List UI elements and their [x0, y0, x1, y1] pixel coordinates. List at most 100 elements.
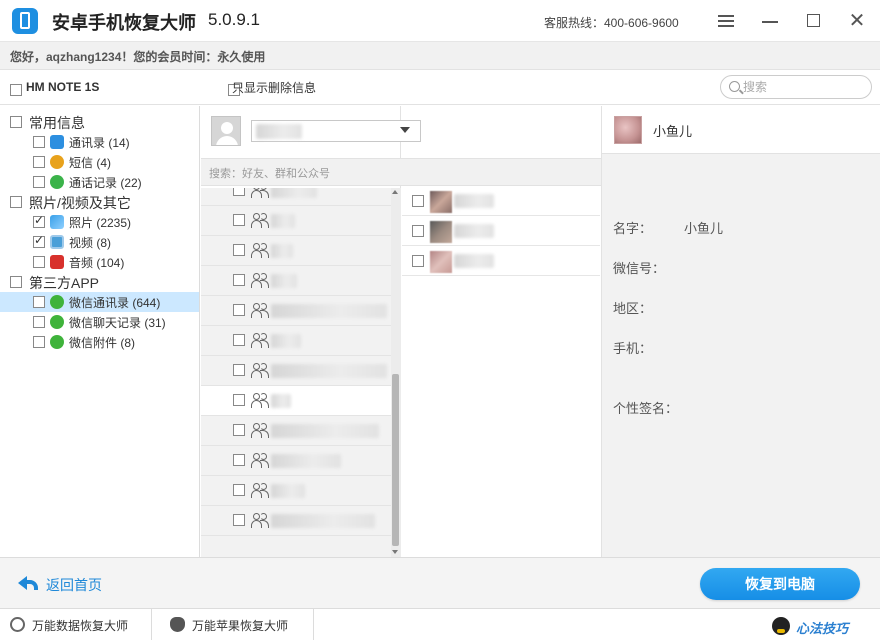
contact-checkbox[interactable]: [233, 304, 245, 316]
contact-checkbox[interactable]: [233, 244, 245, 256]
tree-item-label: 微信附件 (8): [69, 336, 136, 350]
contact-panel: 搜索：好友、群和公众号: [201, 106, 601, 557]
tree-item-video[interactable]: 视频 (8): [0, 232, 199, 252]
search-box: [720, 75, 872, 99]
tree-item-label: 通讯录 (14): [69, 136, 130, 150]
tree-item-wechat-contacts[interactable]: 微信通讯录 (644): [0, 292, 199, 312]
contact-row[interactable]: [201, 236, 391, 266]
recover-to-pc-button[interactable]: 恢复到电脑: [700, 568, 860, 600]
photos-icon: [50, 215, 64, 229]
item-checkbox[interactable]: [33, 316, 45, 328]
scroll-down-icon[interactable]: [392, 550, 398, 554]
contact-row[interactable]: [201, 476, 391, 506]
search-input[interactable]: [743, 79, 863, 95]
member-checkbox[interactable]: [412, 255, 424, 267]
action-bar: 返回首页 恢复到电脑: [0, 557, 880, 608]
tree-category-media[interactable]: 照片/视频及其它: [0, 192, 199, 212]
maximize-icon[interactable]: [802, 11, 824, 31]
wechat-icon: [50, 295, 64, 309]
tree-category-third-party[interactable]: 第三方APP: [0, 272, 199, 292]
item-checkbox[interactable]: [33, 256, 45, 268]
menu-icon[interactable]: [715, 11, 737, 31]
group-icon: [251, 363, 269, 378]
contact-name-redacted: [271, 214, 295, 228]
group-icon: [251, 393, 269, 408]
contact-name-redacted: [271, 514, 375, 528]
tree-item-contacts[interactable]: 通讯录 (14): [0, 132, 199, 152]
contact-checkbox[interactable]: [233, 364, 245, 376]
member-checkbox[interactable]: [412, 195, 424, 207]
item-checkbox[interactable]: [33, 213, 45, 228]
qq-penguin-icon: [772, 617, 790, 635]
item-checkbox[interactable]: [33, 233, 45, 248]
contact-row[interactable]: [201, 206, 391, 236]
tree-item-label: 音频 (104): [69, 256, 125, 270]
tree-category-common[interactable]: 常用信息: [0, 112, 199, 132]
contact-checkbox[interactable]: [233, 394, 245, 406]
scroll-up-icon[interactable]: [392, 190, 398, 194]
tree-item-label: 照片 (2235): [69, 216, 132, 230]
contact-checkbox[interactable]: [233, 274, 245, 286]
member-avatar: [430, 221, 452, 243]
footer-tab-data-recovery[interactable]: 万能数据恢复大师: [0, 609, 152, 640]
tree-item-call-log[interactable]: 通话记录 (22): [0, 172, 199, 192]
contact-checkbox[interactable]: [233, 334, 245, 346]
contact-checkbox[interactable]: [233, 214, 245, 226]
member-row[interactable]: [402, 186, 600, 216]
tree-item-wechat-chats[interactable]: 微信聊天记录 (31): [0, 312, 199, 332]
contact-checkbox[interactable]: [233, 484, 245, 496]
account-name-redacted: [256, 124, 302, 139]
item-checkbox[interactable]: [33, 156, 45, 168]
category-checkbox[interactable]: [10, 276, 22, 288]
member-row[interactable]: [402, 216, 600, 246]
contact-name-redacted: [271, 454, 341, 468]
contact-row[interactable]: [201, 446, 391, 476]
contact-checkbox[interactable]: [233, 514, 245, 526]
contact-search-bar[interactable]: 搜索：好友、群和公众号: [201, 158, 601, 186]
close-icon[interactable]: ✕: [846, 11, 868, 31]
group-icon: [251, 188, 269, 198]
contact-row[interactable]: [201, 416, 391, 446]
field-label-signature: 个性签名：: [613, 401, 679, 416]
item-checkbox[interactable]: [33, 136, 45, 148]
contact-row[interactable]: [201, 326, 391, 356]
scroll-thumb[interactable]: [392, 374, 399, 546]
item-checkbox[interactable]: [33, 176, 45, 188]
tree-item-label: 视频 (8): [69, 236, 112, 250]
wechat-icon: [50, 335, 64, 349]
device-checkbox[interactable]: [10, 83, 22, 96]
item-checkbox[interactable]: [33, 336, 45, 348]
tree-item-photos[interactable]: 照片 (2235): [0, 212, 199, 232]
tree-item-label: 微信通讯录 (644): [69, 296, 161, 310]
minimize-icon[interactable]: [759, 11, 781, 31]
contact-row[interactable]: [201, 386, 391, 416]
search-icon: [729, 81, 740, 92]
tree-item-label: 通话记录 (22): [69, 176, 142, 190]
contact-checkbox[interactable]: [233, 454, 245, 466]
contact-row[interactable]: [201, 188, 391, 206]
category-checkbox[interactable]: [10, 196, 22, 208]
account-select[interactable]: [251, 120, 421, 142]
contact-row[interactable]: [201, 296, 391, 326]
group-icon: [251, 273, 269, 288]
category-checkbox[interactable]: [10, 116, 22, 128]
contact-search-hint: 搜索：好友、群和公众号: [209, 168, 330, 180]
member-checkbox[interactable]: [412, 225, 424, 237]
contact-checkbox[interactable]: [233, 424, 245, 436]
contact-list: [201, 188, 391, 557]
member-avatar: [430, 191, 452, 213]
tree-item-audio[interactable]: 音频 (104): [0, 252, 199, 272]
contact-list-scrollbar[interactable]: [391, 188, 401, 557]
contact-row[interactable]: [201, 506, 391, 536]
tree-item-wechat-attachments[interactable]: 微信附件 (8): [0, 332, 199, 352]
audio-icon: [50, 255, 64, 269]
contact-row[interactable]: [201, 266, 391, 296]
category-label: 常用信息: [29, 115, 85, 131]
footer-tab-apple-recovery[interactable]: 万能苹果恢复大师: [152, 609, 314, 640]
contact-checkbox[interactable]: [233, 188, 245, 196]
tree-item-sms[interactable]: 短信 (4): [0, 152, 199, 172]
video-icon: [50, 235, 64, 249]
contact-row[interactable]: [201, 356, 391, 386]
member-row[interactable]: [402, 246, 600, 276]
item-checkbox[interactable]: [33, 296, 45, 308]
